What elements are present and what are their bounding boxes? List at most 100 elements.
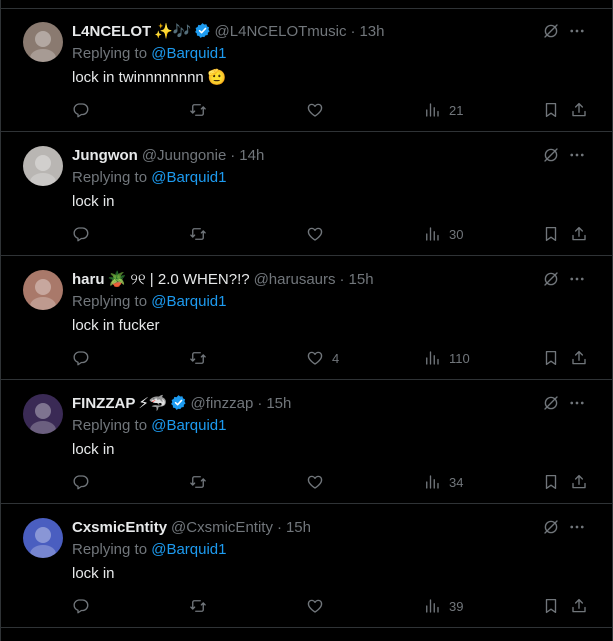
avatar[interactable]	[23, 270, 63, 310]
grok-icon[interactable]	[542, 394, 560, 412]
name-emoji: ⚡🦈	[138, 395, 168, 412]
bookmark-icon	[545, 350, 557, 366]
grok-icon[interactable]	[542, 518, 560, 536]
avatar[interactable]	[23, 394, 63, 434]
replies-feed: L4NCELOT ✨🎶 @L4NCELOTmusic · 13h Replying to…	[0, 0, 613, 641]
views-button[interactable]: 30	[423, 224, 463, 244]
bookmark-button[interactable]	[542, 596, 560, 616]
retweet-button[interactable]	[189, 224, 215, 244]
like-button[interactable]	[306, 224, 332, 244]
heart-icon	[307, 351, 323, 365]
grok-icon[interactable]	[542, 146, 560, 164]
display-name[interactable]: L4NCELOT	[72, 23, 151, 40]
share-button[interactable]	[570, 224, 588, 244]
views-icon	[426, 475, 439, 489]
replying-label: Replying to	[72, 417, 152, 434]
views-icon	[426, 599, 439, 613]
tweet-text: lock in	[72, 441, 115, 458]
avatar[interactable]	[23, 518, 63, 558]
bookmark-icon	[545, 474, 557, 490]
bookmark-icon	[545, 102, 557, 118]
user-handle[interactable]: @harusaurs	[254, 271, 336, 288]
share-button[interactable]	[570, 472, 588, 492]
share-button[interactable]	[570, 348, 588, 368]
like-button[interactable]	[306, 472, 332, 492]
views-button[interactable]: 34	[423, 472, 463, 492]
avatar[interactable]	[23, 146, 63, 186]
more-icon[interactable]	[568, 22, 586, 40]
bookmark-button[interactable]	[542, 224, 560, 244]
tweet-header: FINZZAP ⚡🦈 @finzzap · 15h	[72, 393, 542, 415]
views-count: 39	[449, 598, 464, 614]
reply-button[interactable]	[72, 472, 98, 492]
user-handle[interactable]: @L4NCELOTmusic	[215, 23, 347, 40]
more-icon[interactable]	[568, 518, 586, 536]
reply-tweet[interactable]: L4NCELOT ✨🎶 @L4NCELOTmusic · 13h Replying to…	[1, 9, 612, 132]
separator-dot: ·	[339, 271, 345, 288]
views-button[interactable]: 21	[423, 100, 463, 120]
reply-icon	[73, 227, 89, 242]
retweet-icon	[190, 104, 206, 116]
reply-button[interactable]	[72, 224, 98, 244]
replying-label: Replying to	[72, 293, 152, 310]
reply-tweet[interactable]: FINZZAP ⚡🦈 @finzzap · 15h Replying to @Barqu…	[1, 381, 612, 504]
action-bar: 30	[72, 224, 602, 244]
timestamp[interactable]: 14h	[239, 147, 264, 164]
mention-link[interactable]: @Barquid1	[151, 541, 226, 558]
heart-icon	[307, 475, 323, 489]
display-name[interactable]: CxsmicEntity	[72, 519, 167, 536]
timestamp[interactable]: 15h	[286, 519, 311, 536]
like-button[interactable]	[306, 596, 332, 616]
reply-icon	[73, 103, 89, 118]
reply-button[interactable]	[72, 596, 98, 616]
timestamp[interactable]: 15h	[266, 395, 291, 412]
like-button[interactable]	[306, 100, 332, 120]
reply-tweet[interactable]: CxsmicEntity @CxsmicEntity · 15h Replying t…	[1, 505, 612, 628]
reply-button[interactable]	[72, 348, 98, 368]
more-icon[interactable]	[568, 146, 586, 164]
tweet-text: lock in fucker	[72, 317, 160, 334]
bookmark-button[interactable]	[542, 472, 560, 492]
share-button[interactable]	[570, 596, 588, 616]
grok-icon[interactable]	[542, 270, 560, 288]
more-icon[interactable]	[568, 394, 586, 412]
mention-link[interactable]: @Barquid1	[151, 45, 226, 62]
display-name[interactable]: FINZZAP	[72, 395, 135, 412]
user-handle[interactable]: @Juungonie	[142, 147, 226, 164]
avatar[interactable]	[23, 22, 63, 62]
mention-link[interactable]: @Barquid1	[151, 417, 226, 434]
tweet-header: Jungwon @Juungonie · 14h	[72, 145, 542, 167]
retweet-button[interactable]	[189, 100, 215, 120]
reply-tweet[interactable]: Jungwon @Juungonie · 14h Replying to @Barqu…	[1, 133, 612, 256]
retweet-icon	[190, 228, 206, 240]
retweet-button[interactable]	[189, 596, 215, 616]
heart-icon	[307, 227, 323, 241]
bookmark-button[interactable]	[542, 100, 560, 120]
user-handle[interactable]: @CxsmicEntity	[171, 519, 273, 536]
grok-icon[interactable]	[542, 22, 560, 40]
more-icon[interactable]	[568, 270, 586, 288]
views-icon	[426, 227, 439, 241]
replying-to: Replying to @Barquid1	[72, 416, 227, 436]
display-name[interactable]: Jungwon	[72, 147, 138, 164]
display-name[interactable]: haru	[72, 271, 105, 288]
tweet-text: lock in	[72, 193, 115, 210]
bookmark-button[interactable]	[542, 348, 560, 368]
retweet-button[interactable]	[189, 472, 215, 492]
like-button[interactable]: 4	[306, 348, 339, 368]
views-button[interactable]: 39	[423, 596, 463, 616]
user-handle[interactable]: @finzzap	[191, 395, 254, 412]
share-button[interactable]	[570, 100, 588, 120]
name-emoji: 🪴 ୨୧ | 2.0 WHEN?!?	[107, 271, 250, 288]
mention-link[interactable]: @Barquid1	[151, 293, 226, 310]
reply-tweet[interactable]: haru 🪴 ୨୧ | 2.0 WHEN?!? @harusaurs · 15h Rep…	[1, 257, 612, 380]
timestamp[interactable]: 15h	[349, 271, 374, 288]
views-button[interactable]: 110	[423, 348, 470, 368]
views-count: 30	[449, 226, 464, 242]
retweet-button[interactable]	[189, 348, 215, 368]
timestamp[interactable]: 13h	[359, 23, 384, 40]
reply-button[interactable]	[72, 100, 98, 120]
reply-icon	[73, 351, 89, 366]
mention-link[interactable]: @Barquid1	[151, 169, 226, 186]
replying-label: Replying to	[72, 541, 152, 558]
